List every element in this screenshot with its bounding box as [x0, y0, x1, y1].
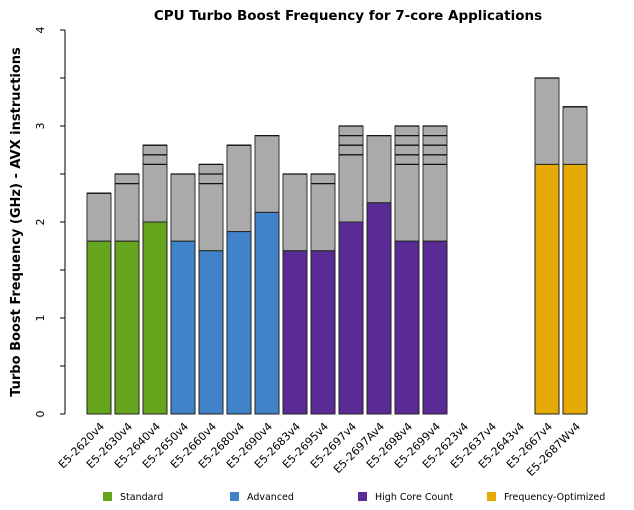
bar-base-segment	[142, 221, 168, 415]
bar-base-segment	[338, 221, 364, 415]
bar-turbo-segment	[562, 106, 588, 165]
bar-base-segment	[170, 240, 196, 415]
bar-base-segment	[114, 240, 140, 415]
legend-label: High Core Count	[375, 492, 453, 503]
bar-turbo-segment	[366, 135, 392, 204]
legend-swatch	[487, 492, 496, 501]
bar-base-segment	[366, 202, 392, 415]
chart-title: CPU Turbo Boost Frequency for 7-core App…	[154, 8, 542, 24]
bar-base-segment	[394, 240, 420, 415]
bar-turbo-segment	[534, 77, 560, 165]
chart: CPU Turbo Boost Frequency for 7-core App…	[9, 8, 605, 503]
bar-turbo-segment	[226, 144, 252, 233]
bar-turbo-segment	[142, 144, 168, 223]
bar-base-segment	[422, 240, 448, 415]
bar-turbo-segment	[198, 163, 224, 252]
y-tick-label: 2	[34, 219, 47, 226]
bar-turbo-segment	[170, 173, 196, 242]
y-tick-label: 4	[34, 27, 47, 34]
bar-turbo-segment	[86, 192, 112, 242]
bar-base-segment	[310, 250, 336, 415]
legend-label: Standard	[120, 492, 163, 503]
legend-swatch	[103, 492, 112, 501]
bar-base-segment	[282, 250, 308, 415]
legend-swatch	[230, 492, 239, 501]
y-tick-label: 1	[34, 315, 47, 322]
legend-label: Frequency-Optimized	[504, 492, 605, 503]
bar-base-segment	[226, 231, 252, 415]
bar-turbo-segment	[338, 125, 364, 223]
bar-turbo-segment	[254, 135, 280, 213]
bar-turbo-segment	[422, 125, 448, 242]
bar-base-segment	[86, 240, 112, 415]
y-axis: 0 1 2 3 4	[34, 27, 66, 418]
legend: Standard Advanced High Core Count Frequency…	[103, 492, 605, 503]
y-tick-label: 0	[34, 411, 47, 418]
y-axis-label: Turbo Boost Frequency (GHz) - AVX instru…	[9, 47, 24, 397]
bar-base-segment	[254, 211, 280, 415]
bar-turbo-segment	[282, 173, 308, 252]
legend-swatch	[358, 492, 367, 501]
bar-turbo-segment	[310, 173, 336, 252]
y-tick-label: 3	[34, 123, 47, 130]
bar-base-segment	[198, 250, 224, 415]
bar-base-segment	[534, 163, 560, 415]
legend-label: Advanced	[247, 492, 294, 503]
bar-base-segment	[562, 163, 588, 415]
x-axis-labels: E5-2620v4E5-2630v4E5-2640v4E5-2650v4E5-2…	[56, 420, 583, 479]
bar-turbo-segment	[394, 125, 420, 242]
bars	[86, 77, 588, 415]
